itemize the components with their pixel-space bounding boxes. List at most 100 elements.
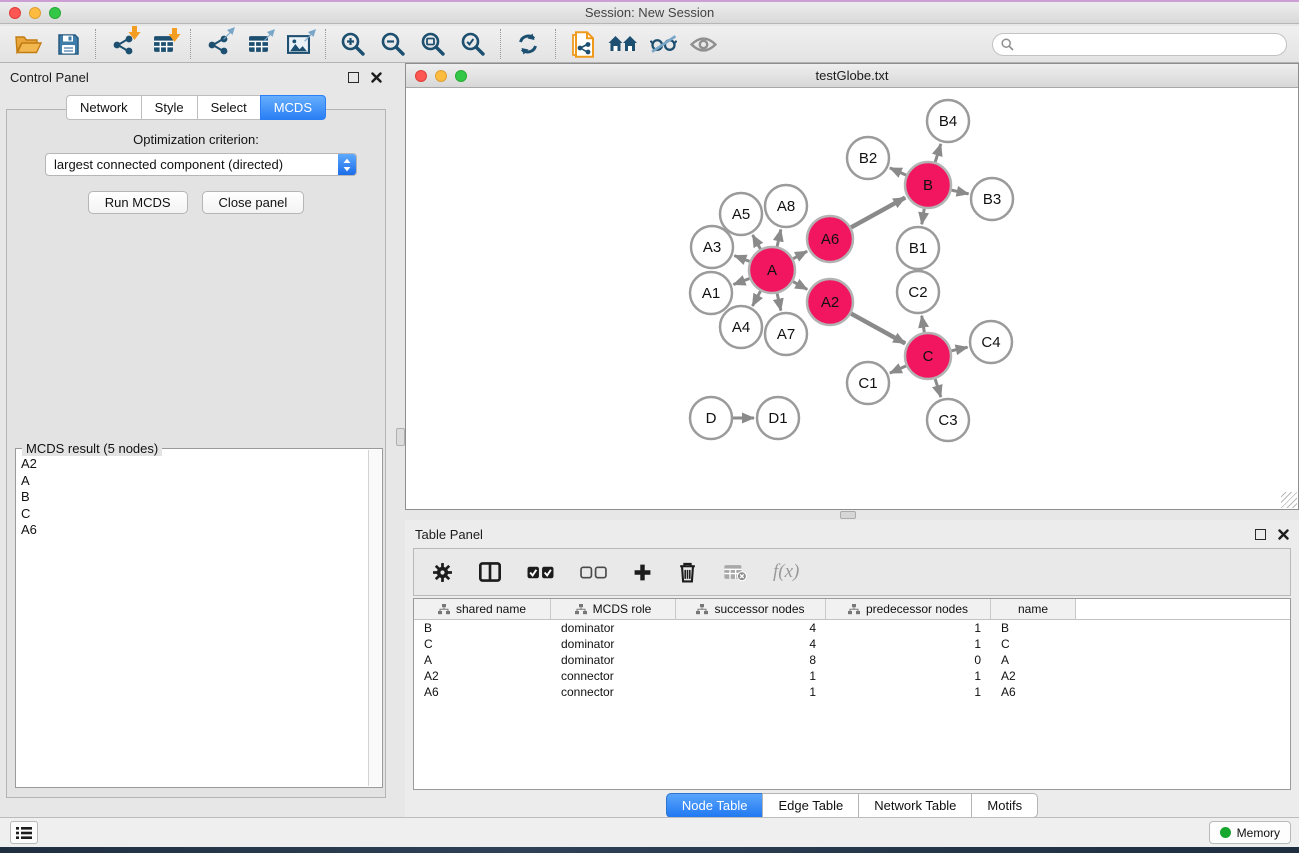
open-file-button[interactable] [8, 28, 48, 60]
column-header-successor-nodes[interactable]: successor nodes [676, 599, 826, 619]
network-edge-A-A8[interactable] [777, 229, 781, 246]
close-panel-icon[interactable] [371, 72, 382, 83]
network-node-B1[interactable]: B1 [897, 227, 939, 269]
network-edge-C-C3[interactable] [935, 379, 941, 397]
zoom-out-button[interactable] [373, 28, 413, 60]
network-canvas[interactable]: B4B2BB3A8A5A6A3B1AA1C2A2A4A7C4CC1C3DD1 [406, 88, 1298, 509]
memory-button[interactable]: Memory [1209, 821, 1291, 844]
column-header-name[interactable]: name [991, 599, 1076, 619]
float-panel-icon[interactable] [348, 72, 359, 83]
resize-grip[interactable] [1281, 492, 1297, 508]
network-node-C1[interactable]: C1 [847, 362, 889, 404]
table-row[interactable]: Cdominator41C [414, 636, 1290, 652]
zoom-selected-button[interactable] [453, 28, 493, 60]
network-edge-A-A4[interactable] [752, 291, 760, 306]
column-header-shared-name[interactable]: shared name [414, 599, 551, 619]
network-node-A3[interactable]: A3 [691, 226, 733, 268]
tab-network[interactable]: Network [66, 95, 141, 120]
eye-button[interactable] [683, 28, 723, 60]
network-node-C4[interactable]: C4 [970, 321, 1012, 363]
mcds-result-item[interactable]: A2 [17, 456, 367, 473]
network-edge-C-C4[interactable] [951, 347, 967, 351]
column-split-button[interactable] [479, 562, 501, 582]
table-settings-button[interactable] [432, 562, 453, 583]
network-node-C2[interactable]: C2 [897, 271, 939, 313]
network-node-A4[interactable]: A4 [720, 306, 762, 348]
hide-glasses-button[interactable] [643, 28, 683, 60]
network-edge-A2-C[interactable] [851, 314, 905, 344]
mcds-result-item[interactable]: A [17, 473, 367, 490]
network-edge-B-B4[interactable] [935, 144, 941, 162]
add-column-button[interactable] [633, 563, 652, 582]
table-row[interactable]: A6connector11A6 [414, 684, 1290, 700]
close-panel-button[interactable]: Close panel [202, 191, 305, 214]
horizontal-split-divider[interactable] [396, 510, 1299, 520]
zoom-in-button[interactable] [333, 28, 373, 60]
network-edge-C-C2[interactable] [922, 316, 925, 333]
network-node-A2[interactable]: A2 [807, 279, 853, 325]
column-header-predecessor-nodes[interactable]: predecessor nodes [826, 599, 991, 619]
import-table-button[interactable] [143, 28, 183, 60]
refresh-layout-button[interactable] [508, 28, 548, 60]
network-edge-A-A7[interactable] [777, 293, 781, 310]
network-node-A5[interactable]: A5 [720, 193, 762, 235]
column-header-MCDS-role[interactable]: MCDS role [551, 599, 676, 619]
network-node-B[interactable]: B [905, 162, 951, 208]
network-node-A[interactable]: A [749, 247, 795, 293]
network-edge-A-A3[interactable] [734, 256, 749, 262]
mcds-result-item[interactable]: C [17, 506, 367, 523]
export-table-button[interactable] [238, 28, 278, 60]
network-node-A1[interactable]: A1 [690, 272, 732, 314]
home-button[interactable] [603, 28, 643, 60]
tab-node-table[interactable]: Node Table [666, 793, 763, 818]
network-node-D[interactable]: D [690, 397, 732, 439]
function-builder-button[interactable]: f(x) [773, 561, 799, 583]
delete-column-button[interactable] [678, 561, 697, 583]
network-edge-A-A5[interactable] [753, 235, 761, 249]
table-row[interactable]: Adominator80A [414, 652, 1290, 668]
export-image-button[interactable] [278, 28, 318, 60]
select-all-columns-button[interactable] [527, 566, 554, 579]
network-node-A7[interactable]: A7 [765, 313, 807, 355]
task-history-button[interactable] [10, 821, 38, 844]
network-edge-A6-B[interactable] [851, 198, 905, 228]
network-edge-B-B2[interactable] [890, 168, 906, 175]
network-node-B4[interactable]: B4 [927, 100, 969, 142]
float-table-panel-icon[interactable] [1255, 529, 1266, 540]
zoom-fit-button[interactable] [413, 28, 453, 60]
run-mcds-button[interactable]: Run MCDS [88, 191, 188, 214]
optimization-dropdown[interactable]: largest connected component (directed) [45, 153, 357, 176]
mcds-result-item[interactable]: B [17, 489, 367, 506]
tab-network-table[interactable]: Network Table [858, 793, 971, 818]
network-node-B3[interactable]: B3 [971, 178, 1013, 220]
network-edge-A-A6[interactable] [793, 251, 807, 258]
tab-motifs[interactable]: Motifs [971, 793, 1038, 818]
vertical-split-handle[interactable] [396, 428, 405, 446]
network-node-A6[interactable]: A6 [807, 216, 853, 262]
close-table-panel-icon[interactable] [1278, 529, 1289, 540]
network-edge-A-A2[interactable] [793, 282, 807, 290]
network-edge-C-C1[interactable] [890, 366, 906, 373]
network-from-file-button[interactable] [563, 28, 603, 60]
search-input[interactable] [1019, 37, 1278, 51]
result-scrollbar[interactable] [368, 450, 381, 786]
network-node-D1[interactable]: D1 [757, 397, 799, 439]
network-node-A8[interactable]: A8 [765, 185, 807, 227]
save-session-button[interactable] [48, 28, 88, 60]
tab-mcds[interactable]: MCDS [260, 95, 326, 120]
network-node-C3[interactable]: C3 [927, 399, 969, 441]
import-network-button[interactable] [103, 28, 143, 60]
tab-select[interactable]: Select [197, 95, 260, 120]
network-edge-A-A1[interactable] [733, 278, 749, 284]
tab-edge-table[interactable]: Edge Table [762, 793, 858, 818]
delete-table-button[interactable] [723, 564, 747, 581]
network-edge-B-B3[interactable] [951, 190, 968, 194]
mcds-result-item[interactable]: A6 [17, 522, 367, 539]
network-node-C[interactable]: C [905, 333, 951, 379]
network-edge-B-B1[interactable] [922, 209, 924, 225]
horizontal-split-handle[interactable] [840, 511, 856, 519]
export-network-button[interactable] [198, 28, 238, 60]
deselect-all-columns-button[interactable] [580, 566, 607, 579]
table-row[interactable]: Bdominator41B [414, 620, 1290, 636]
tab-style[interactable]: Style [141, 95, 197, 120]
